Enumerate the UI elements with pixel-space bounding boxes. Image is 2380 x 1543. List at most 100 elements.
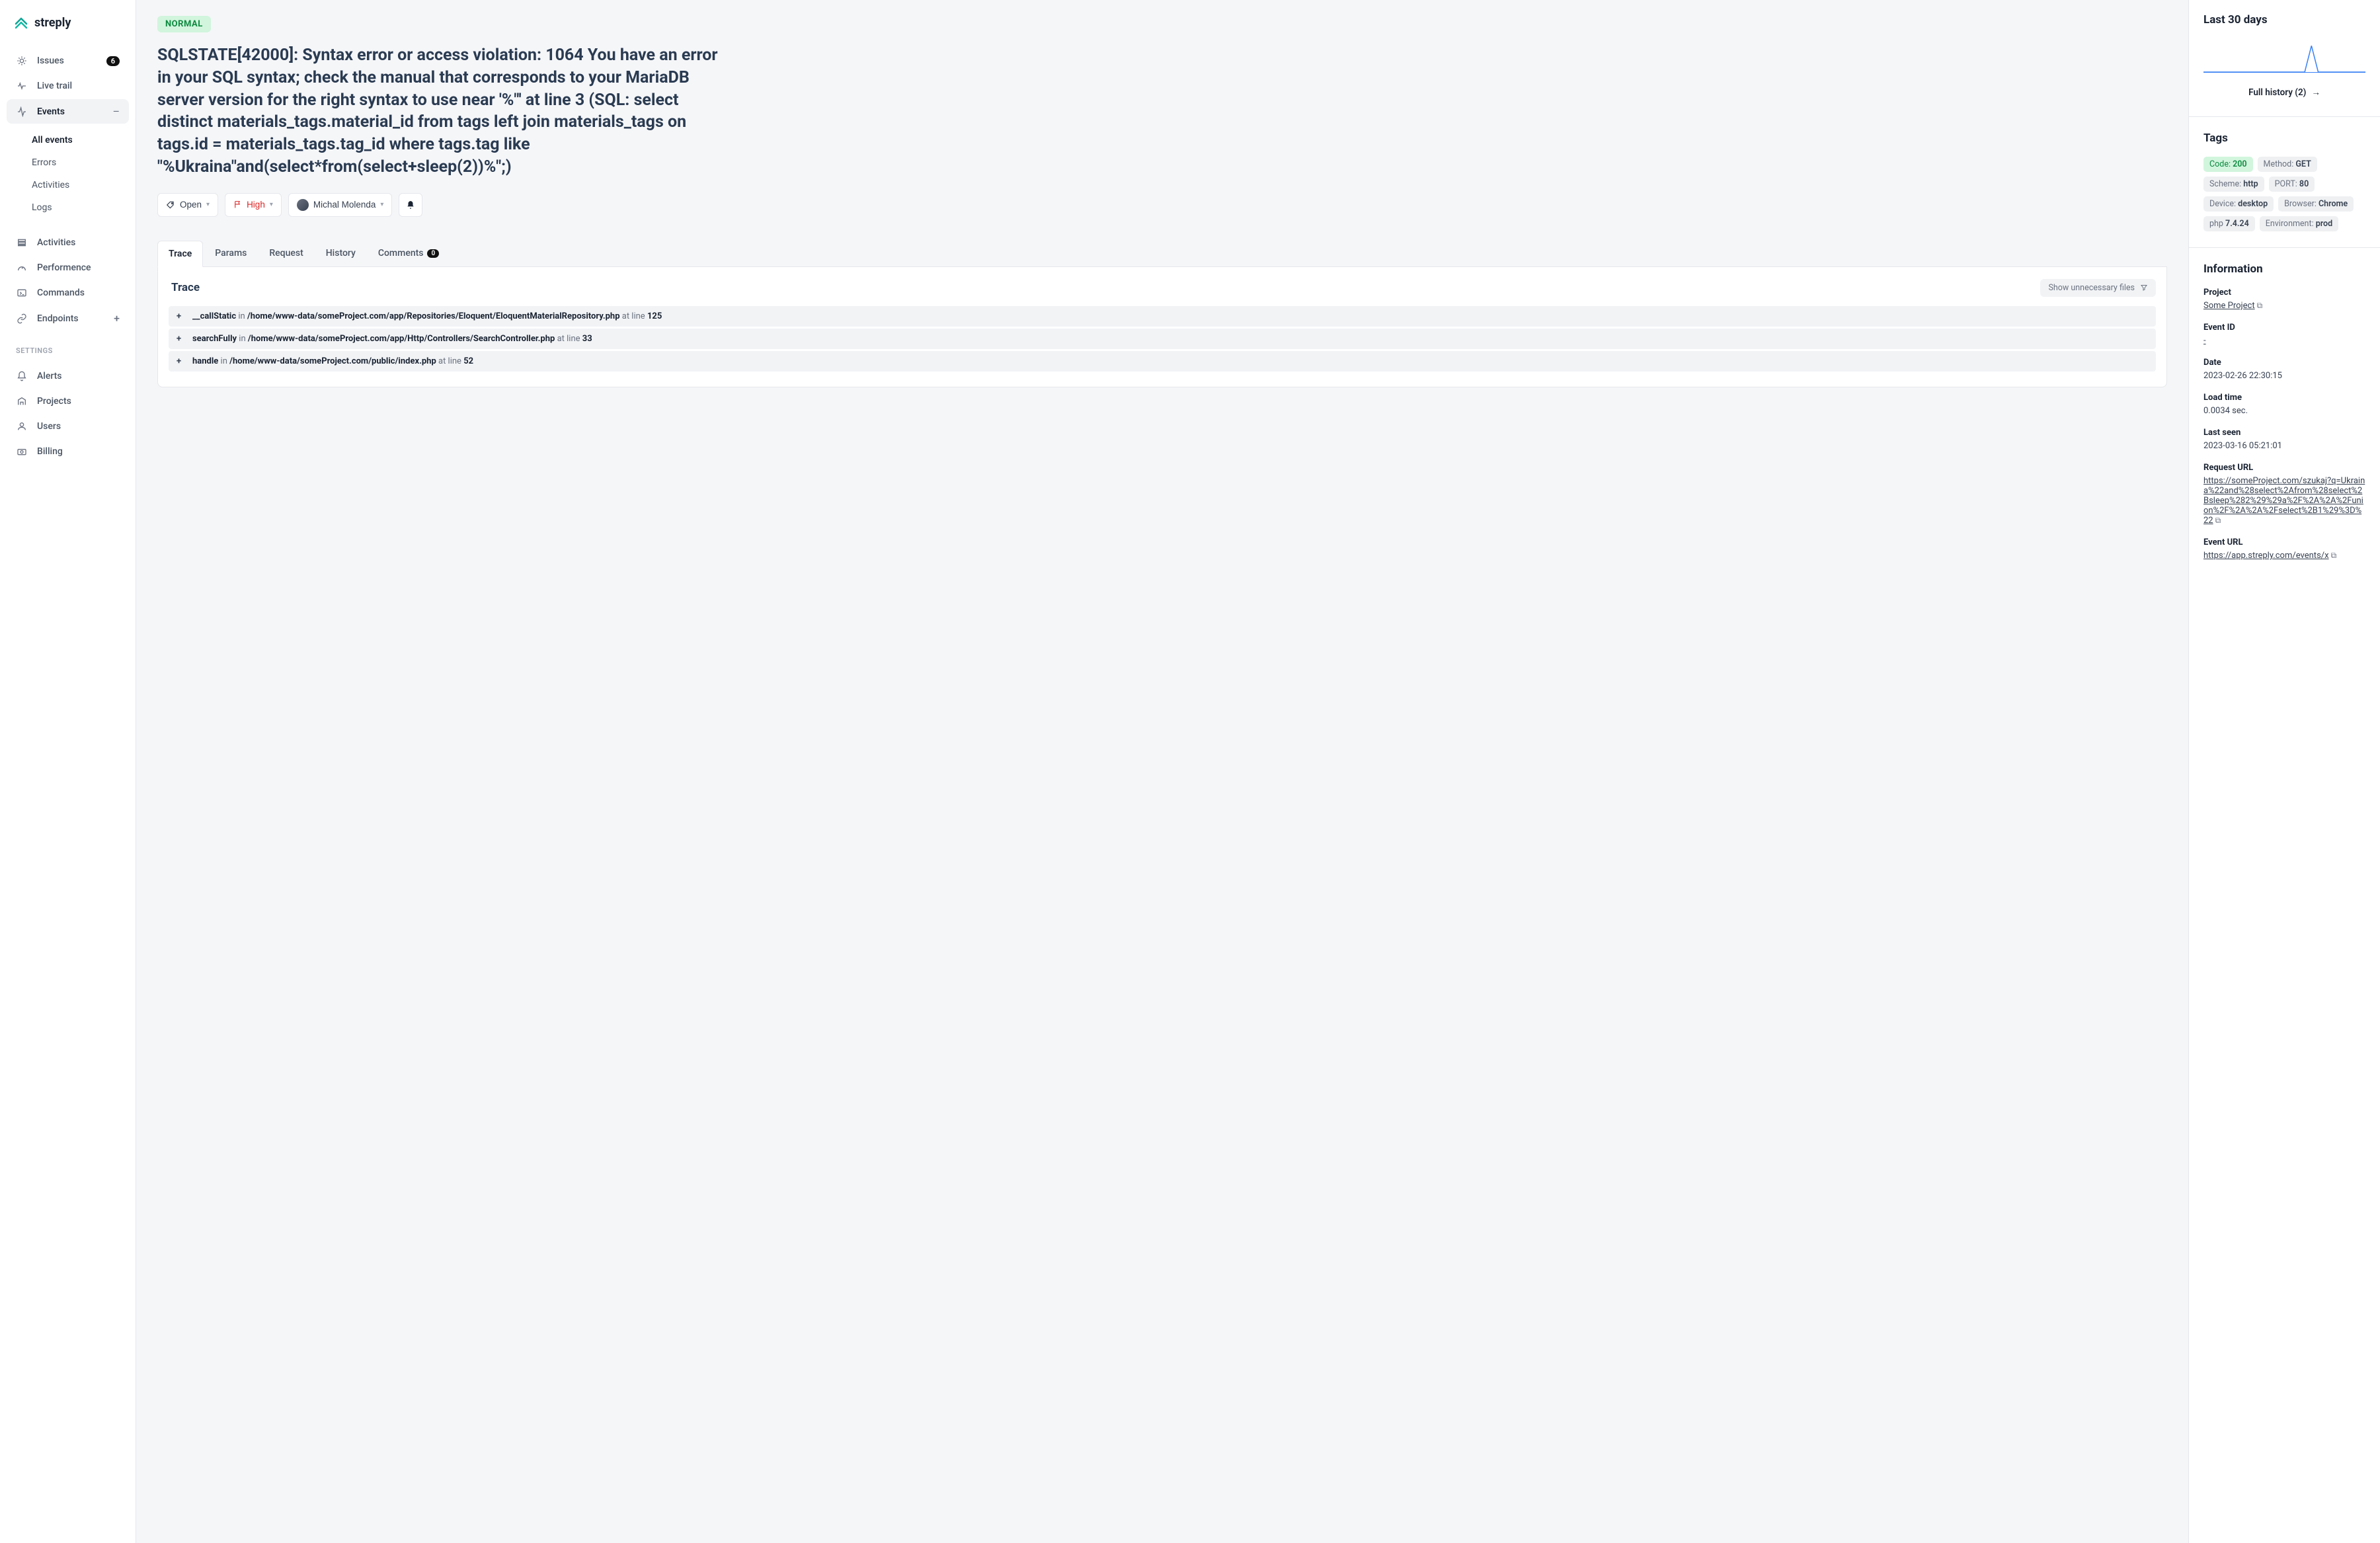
- nav-label: Activities: [37, 237, 75, 248]
- logo-icon: [13, 15, 29, 30]
- info-lastseen-label: Last seen: [2203, 428, 2365, 438]
- full-history-link[interactable]: Full history (2) →: [2203, 87, 2365, 98]
- nav-label: Alerts: [37, 371, 62, 381]
- bell-icon: [406, 200, 415, 210]
- chevron-down-icon: ▾: [270, 201, 273, 208]
- subnav-logs[interactable]: Logs: [21, 196, 136, 219]
- info-date-label: Date: [2203, 358, 2365, 368]
- info-requrl-label: Request URL: [2203, 463, 2365, 473]
- filter-unnecessary-files[interactable]: Show unnecessary files: [2040, 279, 2156, 297]
- info-evurl-label: Event URL: [2203, 537, 2365, 547]
- notifications-button[interactable]: [399, 193, 422, 217]
- severity-badge: NORMAL: [157, 16, 211, 32]
- nav-label: Projects: [37, 396, 71, 407]
- tag-chip[interactable]: Method: GET: [2258, 157, 2317, 172]
- user-icon: [16, 420, 28, 432]
- tag-chip[interactable]: php 7.4.24: [2203, 216, 2255, 231]
- priority-dropdown[interactable]: High ▾: [225, 193, 282, 217]
- nav-alerts[interactable]: Alerts: [7, 364, 129, 388]
- tag-chip[interactable]: Code: 200: [2203, 157, 2253, 172]
- external-link-icon: ⧉: [2331, 551, 2337, 561]
- info-requrl-link[interactable]: https://someProject.com/szukaj?q=Ukraina…: [2203, 476, 2365, 526]
- nav-label: Commands: [37, 288, 85, 298]
- layers-icon: [16, 237, 28, 249]
- info-title: Information: [2203, 262, 2365, 276]
- nav-performance[interactable]: Performence: [7, 256, 129, 280]
- assignee-dropdown[interactable]: Michal Molenda ▾: [288, 193, 393, 217]
- nav-events[interactable]: Events –: [7, 99, 129, 124]
- filter-icon: [2140, 284, 2148, 292]
- right-sidebar: Last 30 days Full history (2) → Tags Cod…: [2188, 0, 2380, 1543]
- info-project-link[interactable]: Some Project: [2203, 301, 2255, 311]
- info-evurl-link[interactable]: https://app.streply.com/events/x: [2203, 551, 2329, 561]
- subnav-errors[interactable]: Errors: [21, 151, 136, 174]
- trace-heading: Trace: [169, 281, 200, 294]
- collapse-icon[interactable]: –: [113, 105, 120, 118]
- building-icon: [16, 395, 28, 407]
- bug-icon: [16, 55, 28, 67]
- chevron-down-icon: ▾: [206, 201, 210, 208]
- controls-row: Open ▾ High ▾ Michal Molenda ▾: [157, 193, 2167, 217]
- info-date-value: 2023-02-26 22:30:15: [2203, 371, 2365, 381]
- info-lastseen-value: 2023-03-16 05:21:01: [2203, 441, 2365, 451]
- link-icon: [16, 313, 28, 325]
- plus-icon[interactable]: +: [114, 312, 120, 325]
- info-eventid-value[interactable]: -: [2203, 336, 2206, 346]
- nav-settings: Alerts Projects Users Billing: [0, 359, 136, 469]
- nav-endpoints[interactable]: Endpoints +: [7, 306, 129, 331]
- tag-chip[interactable]: Scheme: http: [2203, 177, 2264, 192]
- tab-trace[interactable]: Trace: [157, 241, 203, 267]
- issues-count-badge: 6: [106, 56, 120, 66]
- expand-icon[interactable]: +: [177, 334, 184, 344]
- tab-history[interactable]: History: [315, 241, 366, 266]
- nav-users[interactable]: Users: [7, 415, 129, 438]
- nav-label: Performence: [37, 262, 91, 273]
- tags-title: Tags: [2203, 132, 2365, 145]
- logo-text: streply: [34, 16, 71, 30]
- subnav-all-events[interactable]: All events: [21, 129, 136, 151]
- main-content: NORMAL SQLSTATE[42000]: Syntax error or …: [136, 0, 2188, 1543]
- status-dropdown[interactable]: Open ▾: [157, 193, 218, 217]
- event-title: SQLSTATE[42000]: Syntax error or access …: [157, 44, 726, 178]
- nav-secondary: Activities Performence Commands Endpoint…: [0, 225, 136, 336]
- nav-main: Issues 6 Live trail Events –: [0, 44, 136, 129]
- tab-comments[interactable]: Comments 0: [368, 241, 450, 266]
- logo[interactable]: streply: [0, 11, 136, 44]
- expand-icon[interactable]: +: [177, 311, 184, 321]
- gauge-icon: [16, 262, 28, 274]
- subnav-activities[interactable]: Activities: [21, 174, 136, 196]
- info-eventid-label: Event ID: [2203, 323, 2365, 333]
- tag-chip[interactable]: Environment: prod: [2260, 216, 2338, 231]
- nav-live-trail[interactable]: Live trail: [7, 74, 129, 98]
- tag-chip[interactable]: Browser: Chrome: [2278, 196, 2354, 212]
- sparkline-chart: [2203, 38, 2365, 73]
- arrow-right-icon: →: [2311, 87, 2320, 98]
- trace-row[interactable]: +handle in /home/www-data/someProject.co…: [169, 351, 2156, 372]
- avatar: [297, 199, 309, 211]
- tags-list: Code: 200 Method: GET Scheme: http PORT: 80…: [2203, 157, 2365, 231]
- trace-row[interactable]: +__callStatic in /home/www-data/someProj…: [169, 306, 2156, 327]
- camera-icon: [16, 446, 28, 457]
- trace-row[interactable]: +searchFully in /home/www-data/someProje…: [169, 329, 2156, 349]
- nav-billing[interactable]: Billing: [7, 440, 129, 463]
- nav-projects[interactable]: Projects: [7, 389, 129, 413]
- nav-commands[interactable]: Commands: [7, 281, 129, 305]
- external-link-icon: ⧉: [2257, 301, 2263, 311]
- tag-chip[interactable]: Device: desktop: [2203, 196, 2274, 212]
- tag-chip[interactable]: PORT: 80: [2269, 177, 2315, 192]
- pulse-icon: [16, 80, 28, 92]
- nav-issues[interactable]: Issues 6: [7, 49, 129, 73]
- flag-icon: [233, 200, 242, 209]
- events-subnav: All events Errors Activities Logs: [0, 129, 136, 219]
- nav-label: Billing: [37, 446, 63, 457]
- external-link-icon: ⧉: [2215, 516, 2221, 526]
- nav-label: Endpoints: [37, 313, 79, 324]
- expand-icon[interactable]: +: [177, 356, 184, 366]
- activity-icon: [16, 106, 28, 118]
- bell-icon: [16, 370, 28, 382]
- tab-request[interactable]: Request: [258, 241, 313, 266]
- tab-params[interactable]: Params: [204, 241, 257, 266]
- nav-activities[interactable]: Activities: [7, 231, 129, 255]
- tabs: Trace Params Request History Comments 0: [157, 241, 2167, 267]
- info-project-label: Project: [2203, 288, 2365, 297]
